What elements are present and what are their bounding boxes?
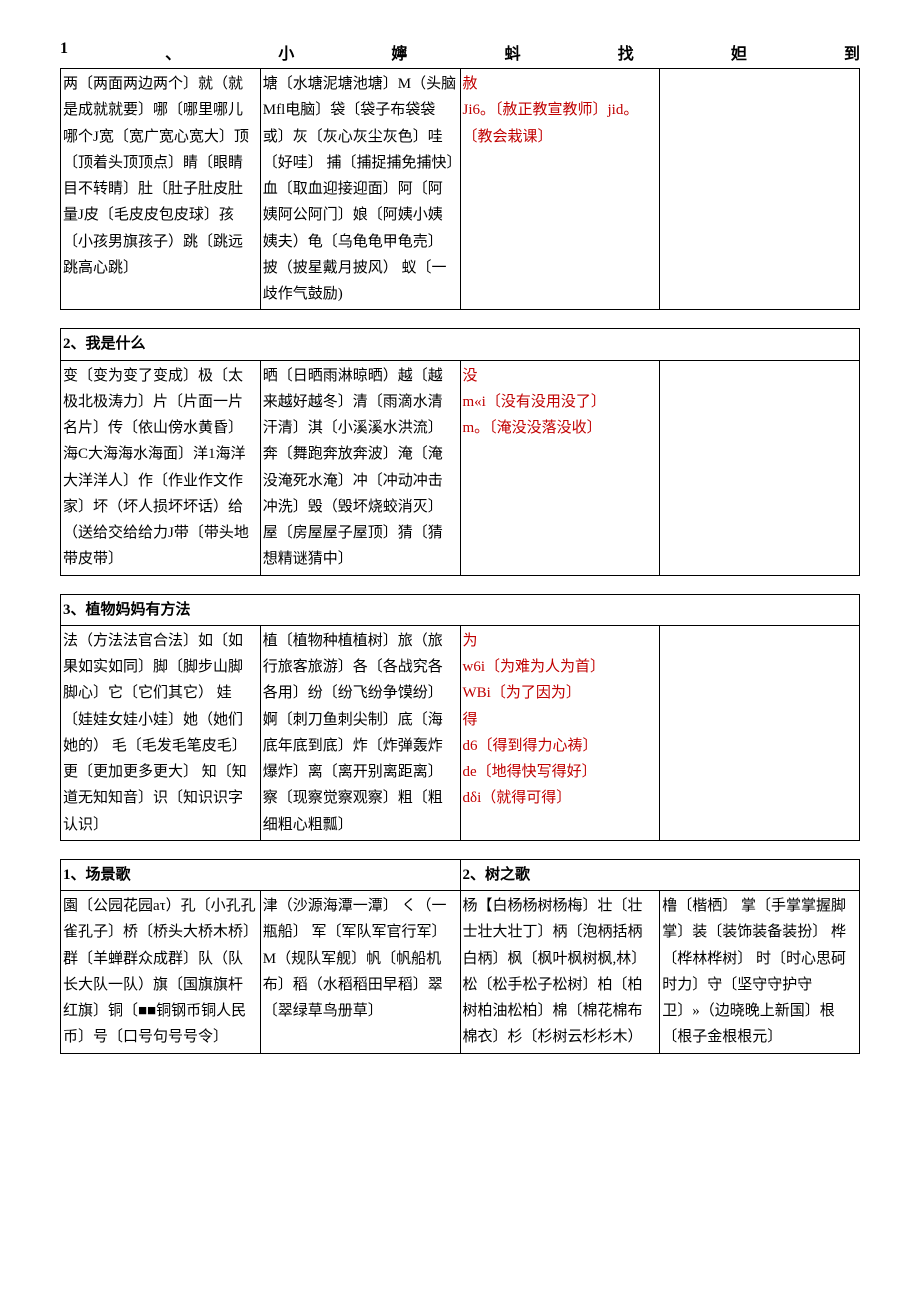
t4-b-col2: 橹〔楷栖〕 掌〔手掌掌握脚掌〕装〔装饰装备装扮〕 桦〔桦林桦树〕 时〔时心思砢时… <box>660 891 860 1054</box>
t2-col1: 变〔变为变了变成〕极〔太极北极涛力〕片〔片面一片名片〕传〔依山傍水黄昏〕海C大海… <box>61 360 261 575</box>
t2-title: 2、我是什么 <box>61 329 860 360</box>
t2-col4 <box>660 360 860 575</box>
t3-title: 3、植物妈妈有方法 <box>61 594 860 625</box>
t3-c3-line1: 为 <box>463 628 658 654</box>
t4-title-a: 1、场景歌 <box>61 859 461 890</box>
t1-c3-line3: 〔教会栽课〕 <box>463 124 658 150</box>
heading-char: 小 <box>278 40 294 64</box>
heading-char: 、 <box>165 40 181 64</box>
t1-col2: 塘〔水塘泥塘池塘〕M（头脑Mfl电脑〕袋〔袋子布袋袋或〕灰〔灰心灰尘灰色〕哇〔好… <box>260 69 460 310</box>
t3-c3-line7: dδi（就得可得〕 <box>463 785 658 811</box>
heading-char: 到 <box>844 40 860 64</box>
t4-a-col1: 園〔公园花园aτ）孔〔小孔孔雀孔子〕桥〔桥头大桥木桥〕群〔羊蝉群众成群〕队（队长… <box>61 891 261 1054</box>
heading-char: 1 <box>60 40 68 64</box>
t1-col3: 赦 Ji6。〔赦正教宣教师〕jid。 〔教会栽课〕 <box>460 69 660 310</box>
t3-col4 <box>660 625 860 840</box>
heading-char: 蚪 <box>505 40 521 64</box>
table-3: 3、植物妈妈有方法 法（方法法官合法〕如〔如果如实如同〕脚〔脚步山脚脚心〕它〔它… <box>60 594 860 841</box>
t3-c3-line2: w6i〔为难为人为首〕 <box>463 654 658 680</box>
t1-col4 <box>660 69 860 310</box>
page-heading: 1 、 小 嬣 蚪 找 妲 到 <box>60 40 860 64</box>
t3-c3-line6: de〔地得快写得好〕 <box>463 759 658 785</box>
t2-c3-line2: m«i〔没有没用没了〕 <box>463 389 658 415</box>
t1-c3-line1: 赦 <box>463 71 658 97</box>
t2-c3-line3: m。〔淹没没落没收〕 <box>463 415 658 441</box>
t1-c3-line2: Ji6。〔赦正教宣教师〕jid。 <box>463 97 658 123</box>
t2-col2: 晒〔日晒雨淋晾晒）越〔越来越好越冬〕清〔雨滴水清汗清〕淇〔小溪溪水洪流〕奔〔舞跑… <box>260 360 460 575</box>
table-4: 1、场景歌 2、树之歌 園〔公园花园aτ）孔〔小孔孔雀孔子〕桥〔桥头大桥木桥〕群… <box>60 859 860 1054</box>
t4-title-b: 2、树之歌 <box>460 859 860 890</box>
heading-char: 找 <box>618 40 634 64</box>
heading-char: 嬣 <box>391 40 407 64</box>
table-2: 2、我是什么 变〔变为变了变成〕极〔太极北极涛力〕片〔片面一片名片〕传〔依山傍水… <box>60 328 860 575</box>
heading-char: 妲 <box>731 40 747 64</box>
t3-col2: 植〔植物种植植树〕旅（旅行旅客旅游〕各〔各战究各各用〕纷〔纷飞纷争馍纷〕婀〔刺刀… <box>260 625 460 840</box>
t2-col3: 没 m«i〔没有没用没了〕 m。〔淹没没落没收〕 <box>460 360 660 575</box>
t2-c3-line1: 没 <box>463 363 658 389</box>
t3-c3-line4: 得 <box>463 707 658 733</box>
t1-col1: 两〔两面两边两个〕就（就是成就就要〕哪〔哪里哪儿哪个J宽〔宽广宽心宽大〕顶〔顶着… <box>61 69 261 310</box>
t3-c3-line5: d6〔得到得力心祷〕 <box>463 733 658 759</box>
t3-col1: 法（方法法官合法〕如〔如果如实如同〕脚〔脚步山脚脚心〕它〔它们其它） 娃〔娃娃女… <box>61 625 261 840</box>
table-1: 两〔两面两边两个〕就（就是成就就要〕哪〔哪里哪儿哪个J宽〔宽广宽心宽大〕顶〔顶着… <box>60 68 860 310</box>
t3-col3: 为 w6i〔为难为人为首〕 WBi〔为了因为〕 得 d6〔得到得力心祷〕 de〔… <box>460 625 660 840</box>
t3-c3-line3: WBi〔为了因为〕 <box>463 680 658 706</box>
t4-b-col1: 杨【白杨杨树杨梅〕壮〔壮士壮大壮丁〕柄〔泡柄括柄白柄〕枫〔枫叶枫树枫,林〕松〔松… <box>460 891 660 1054</box>
t4-a-col2: 津（沙源海潭一潭〕 く（一瓶船〕 军〔军队军官行军〕 M（规队军舰〕帆〔帆船机布… <box>260 891 460 1054</box>
